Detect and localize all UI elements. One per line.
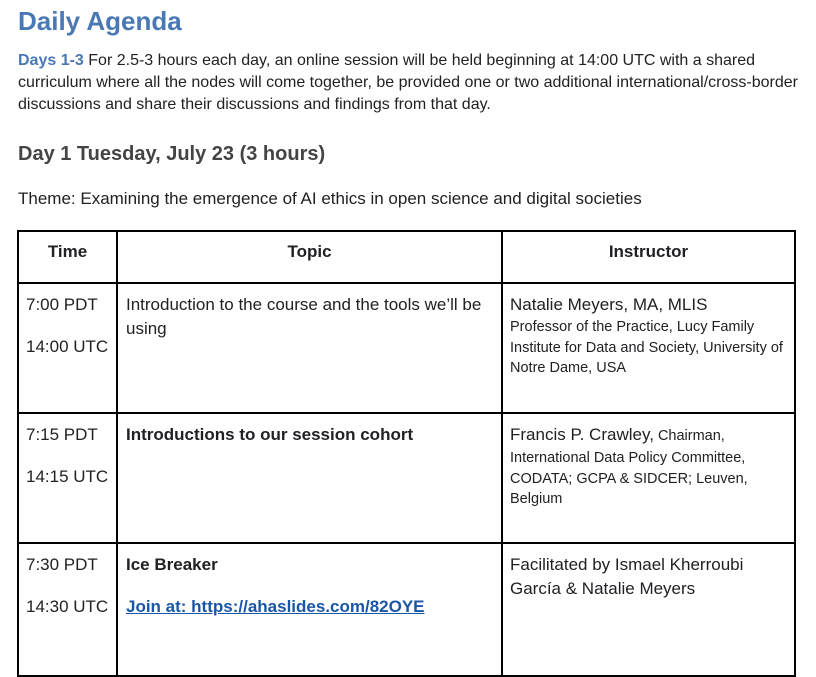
time-cell: 7:00 PDT 14:00 UTC <box>17 282 118 414</box>
topic-text: Introduction to the course and the tools… <box>126 295 482 338</box>
topic-text: Ice Breaker <box>126 555 218 574</box>
topic-cell: Introductions to our session cohort <box>116 412 503 544</box>
instructor-name: Natalie Meyers, MA, MLIS <box>510 295 708 314</box>
time-utc: 14:30 UTC <box>26 597 109 616</box>
header-time: Time <box>17 230 118 284</box>
time-pdt: 7:15 PDT <box>26 425 98 444</box>
days-label: Days 1-3 <box>18 52 84 69</box>
table-header-row: Time Topic Instructor <box>17 230 796 284</box>
header-instructor: Instructor <box>501 230 796 284</box>
join-link[interactable]: Join at: https://ahaslides.com/82OYE <box>126 595 425 619</box>
theme-line: Theme: Examining the emergence of AI eth… <box>18 189 642 208</box>
instructor-name: Francis P. Crawley, <box>510 425 654 444</box>
topic-cell: Ice Breaker Join at: https://ahaslides.c… <box>116 542 503 677</box>
time-cell: 7:15 PDT 14:15 UTC <box>17 412 118 544</box>
time-cell: 7:30 PDT 14:30 UTC <box>17 542 118 677</box>
instructor-affiliation: Professor of the Practice, Lucy Family I… <box>510 319 783 376</box>
time-pdt: 7:30 PDT <box>26 555 98 574</box>
table-row: 7:30 PDT 14:30 UTC Ice Breaker Join at: … <box>17 542 796 677</box>
topic-cell: Introduction to the course and the tools… <box>116 282 503 414</box>
page-title: Daily Agenda <box>18 6 182 36</box>
intro-paragraph: Days 1-3 For 2.5-3 hours each day, an on… <box>18 50 808 116</box>
table-row: 7:15 PDT 14:15 UTC Introductions to our … <box>17 412 796 544</box>
instructor-name-line: Francis P. Crawley, Chairman, <box>510 423 786 448</box>
topic-text: Introductions to our session cohort <box>126 425 414 444</box>
time-pdt: 7:00 PDT <box>26 295 98 314</box>
time-utc: 14:00 UTC <box>26 337 109 356</box>
header-topic: Topic <box>116 230 503 284</box>
agenda-table: Time Topic Instructor 7:00 PDT 14:00 UTC… <box>17 230 796 677</box>
instructor-cell: Francis P. Crawley, Chairman, Internatio… <box>501 412 796 544</box>
instructor-cell: Natalie Meyers, MA, MLIS Professor of th… <box>501 282 796 414</box>
day-heading: Day 1 Tuesday, July 23 (3 hours) <box>18 143 326 165</box>
instructor-title: Chairman, <box>653 428 725 444</box>
instructor-affiliation: International Data Policy Committee, COD… <box>510 450 748 507</box>
instructor-name: Facilitated by Ismael Kherroubi García &… <box>510 555 744 598</box>
intro-text: For 2.5-3 hours each day, an online sess… <box>18 52 798 113</box>
time-utc: 14:15 UTC <box>26 467 109 486</box>
instructor-cell: Facilitated by Ismael Kherroubi García &… <box>501 542 796 677</box>
table-row: 7:00 PDT 14:00 UTC Introduction to the c… <box>17 282 796 414</box>
